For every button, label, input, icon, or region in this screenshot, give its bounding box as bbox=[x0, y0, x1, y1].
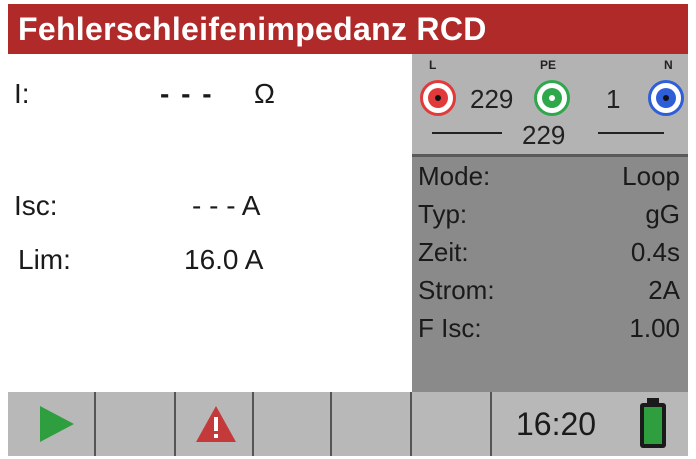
impedance-value: - - - bbox=[160, 78, 214, 109]
terminal-n-label: N bbox=[664, 58, 673, 72]
l-n-line-left bbox=[432, 132, 502, 134]
param-fisc-label: F Isc: bbox=[418, 313, 482, 343]
connection-status: L PE N 229 1 229 bbox=[412, 54, 688, 157]
param-row-strom: Strom: 2A bbox=[412, 275, 688, 313]
param-row-fisc: F Isc: 1.00 bbox=[412, 313, 688, 351]
impedance-label: I: bbox=[14, 78, 30, 109]
param-mode-value: Loop bbox=[622, 161, 680, 191]
play-icon bbox=[40, 406, 74, 442]
terminal-n-icon bbox=[648, 80, 684, 116]
softkey-5[interactable] bbox=[332, 392, 412, 456]
instrument-screen: Fehlerschleifenimpedanz RCD I: - - - Ω I… bbox=[8, 4, 688, 456]
voltage-l-pe: 229 bbox=[470, 84, 514, 114]
softkey-start[interactable] bbox=[8, 392, 96, 456]
terminal-l-icon bbox=[420, 80, 456, 116]
softkey-6[interactable] bbox=[412, 392, 492, 456]
param-mode-label: Mode: bbox=[418, 161, 491, 191]
limit-label: Lim: bbox=[18, 244, 71, 275]
param-row-typ: Typ: gG bbox=[412, 199, 688, 237]
function-key-bar: 16:20 bbox=[8, 392, 688, 456]
isc-value: - - - A bbox=[192, 190, 261, 221]
param-strom-value: 2A bbox=[648, 275, 680, 305]
param-typ-label: Typ: bbox=[418, 199, 468, 229]
isc-label: Isc: bbox=[14, 190, 58, 221]
softkey-2[interactable] bbox=[96, 392, 176, 456]
terminal-pe-icon bbox=[534, 80, 570, 116]
limit-value: 16.0 A bbox=[184, 244, 264, 275]
terminal-l-label: L bbox=[429, 58, 437, 72]
param-fisc-value: 1.00 bbox=[629, 313, 680, 343]
voltage-pe-n: 1 bbox=[606, 84, 621, 114]
param-row-zeit: Zeit: 0.4s bbox=[412, 237, 688, 275]
measurement-panel: I: - - - Ω Isc: - - - A Lim: 16.0 A bbox=[8, 54, 412, 392]
param-row-mode: Mode: Loop bbox=[412, 161, 688, 199]
info-panel: L PE N 229 1 229 Mode: Loop Typ: gG Zeit… bbox=[412, 54, 688, 392]
clock-time: 16:20 bbox=[516, 406, 597, 442]
terminal-pe-label: PE bbox=[540, 58, 557, 72]
param-strom-label: Strom: bbox=[418, 275, 495, 305]
battery-icon bbox=[640, 398, 666, 448]
impedance-unit: Ω bbox=[254, 78, 275, 109]
param-zeit-value: 0.4s bbox=[630, 237, 680, 267]
softkey-warning[interactable] bbox=[176, 392, 254, 456]
l-n-line-right bbox=[598, 132, 664, 134]
param-typ-value: gG bbox=[645, 199, 680, 229]
page-title: Fehlerschleifenimpedanz RCD bbox=[8, 4, 688, 54]
warning-icon bbox=[196, 406, 236, 442]
voltage-l-n: 229 bbox=[522, 120, 566, 150]
softkey-4[interactable] bbox=[254, 392, 332, 456]
param-zeit-label: Zeit: bbox=[418, 237, 469, 267]
